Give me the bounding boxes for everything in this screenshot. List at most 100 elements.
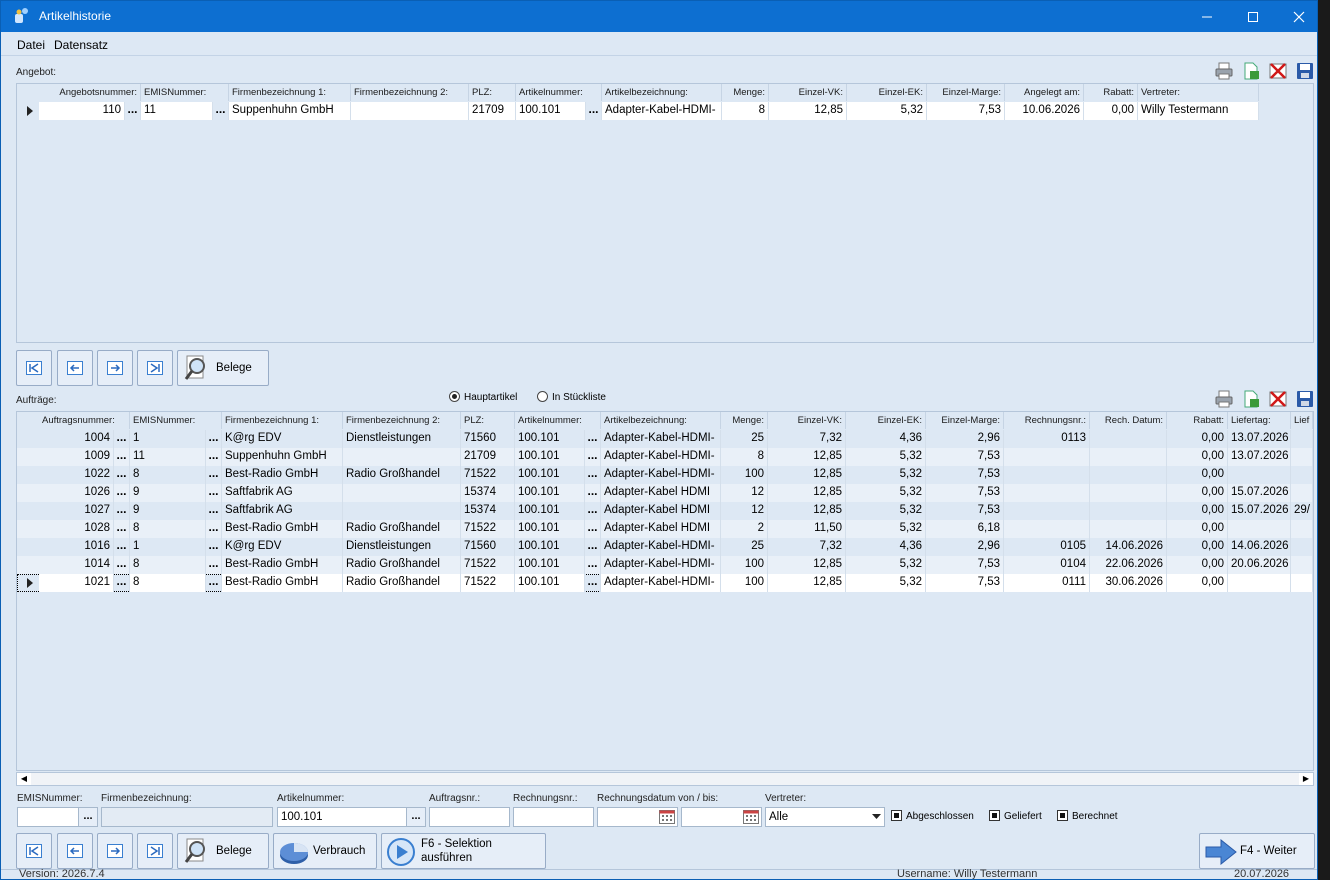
emis-browse-button[interactable]: ... (206, 574, 222, 592)
cell-rabatt[interactable]: 0,00 (1084, 102, 1138, 120)
artikelnummer-browse-button[interactable]: ... (585, 484, 601, 502)
scroll-left-icon[interactable]: ◀ (17, 773, 31, 785)
cell-plz[interactable]: 15374 (461, 502, 515, 520)
artikelnummer-browse-button[interactable]: ... (585, 556, 601, 574)
cell-lief-extra[interactable] (1291, 484, 1313, 502)
cell-auftragsnummer[interactable]: 1014 (39, 556, 114, 574)
cell-einzel-vk[interactable]: 12,85 (768, 556, 846, 574)
cell-menge[interactable]: 100 (721, 574, 768, 592)
column-header[interactable]: Einzel-EK: (846, 412, 926, 429)
cell-menge[interactable]: 12 (721, 484, 768, 502)
cell-rechnungsnr[interactable] (1004, 484, 1090, 502)
column-header[interactable]: Einzel-VK: (769, 84, 847, 101)
cell-emis[interactable]: 8 (130, 466, 206, 484)
rechdat-von-input[interactable] (597, 807, 678, 827)
save-button[interactable] (1295, 389, 1315, 409)
column-header[interactable]: Rech. Datum: (1090, 412, 1167, 429)
cell-auftragsnummer[interactable]: 1028 (39, 520, 114, 538)
cell-firma1[interactable]: Suppenhuhn GmbH (222, 448, 343, 466)
column-header[interactable]: Menge: (721, 412, 768, 429)
emis-browse-button[interactable]: ... (206, 466, 222, 484)
cell-einzel-marge[interactable]: 2,96 (926, 538, 1004, 556)
row-selector[interactable] (17, 574, 39, 592)
column-header[interactable]: PLZ: (461, 412, 515, 429)
cell-einzel-vk[interactable]: 12,85 (768, 574, 846, 592)
auftrag-nr-browse-button[interactable]: ... (114, 484, 130, 502)
cell-plz[interactable]: 71560 (461, 430, 515, 448)
cell-lief-extra[interactable] (1291, 430, 1313, 448)
print-button[interactable] (1214, 389, 1234, 409)
rechdat-bis-input[interactable] (681, 807, 762, 827)
cell-artikelnummer[interactable]: 100.101 (515, 430, 585, 448)
scroll-right-icon[interactable]: ▶ (1299, 773, 1313, 785)
artnr-filter-browse-button[interactable]: ... (406, 807, 426, 827)
cell-rabatt[interactable]: 0,00 (1167, 448, 1228, 466)
cell-rabatt[interactable]: 0,00 (1167, 538, 1228, 556)
cell-auftragsnummer[interactable]: 1022 (39, 466, 114, 484)
firma-filter-input[interactable] (101, 807, 273, 827)
emis-browse-button[interactable]: ... (206, 520, 222, 538)
cell-einzel-vk[interactable]: 7,32 (768, 430, 846, 448)
save-button[interactable] (1295, 61, 1315, 81)
column-header[interactable]: Rabatt: (1084, 84, 1138, 101)
cell-firma1[interactable]: Suppenhuhn GmbH (229, 102, 351, 120)
cell-firma1[interactable]: Best-Radio GmbH (222, 520, 343, 538)
cell-artikelnummer[interactable]: 100.101 (515, 520, 585, 538)
cell-rech-datum[interactable] (1090, 520, 1167, 538)
first-record-button-bottom[interactable] (16, 833, 52, 869)
stueckliste-radio[interactable]: In Stückliste (537, 391, 606, 403)
auftrag-nr-browse-button[interactable]: ... (114, 502, 130, 520)
cell-einzel-vk[interactable]: 7,32 (768, 538, 846, 556)
cell-menge[interactable]: 100 (721, 466, 768, 484)
column-header[interactable]: Einzel-Marge: (927, 84, 1005, 101)
cell-rabatt[interactable]: 0,00 (1167, 484, 1228, 502)
emis-filter-browse-button[interactable]: ... (78, 807, 98, 827)
artikelnummer-browse-button[interactable]: ... (585, 520, 601, 538)
cell-angelegt-am[interactable]: 10.06.2026 (1005, 102, 1084, 120)
cell-firma2[interactable]: Radio Großhandel (343, 574, 461, 592)
cell-rech-datum[interactable] (1090, 466, 1167, 484)
next-record-button[interactable] (97, 350, 133, 386)
cell-artikelbezeichnung[interactable]: Adapter-Kabel-HDMI- (601, 448, 721, 466)
artikelnummer-browse-button[interactable]: ... (586, 102, 602, 120)
cell-menge[interactable]: 2 (721, 520, 768, 538)
vertreter-select[interactable]: Alle (765, 807, 885, 827)
cell-emis[interactable]: 1 (130, 430, 206, 448)
cell-firma1[interactable]: Saftfabrik AG (222, 502, 343, 520)
emis-browse-button[interactable]: ... (213, 102, 229, 120)
cell-einzel-marge[interactable]: 7,53 (926, 502, 1004, 520)
cell-einzel-ek[interactable]: 5,32 (846, 448, 926, 466)
column-header[interactable]: Vertreter: (1138, 84, 1259, 101)
cell-artikelnummer[interactable]: 100.101 (516, 102, 586, 120)
cell-firma2[interactable]: Radio Großhandel (343, 556, 461, 574)
maximize-button[interactable] (1230, 1, 1276, 32)
cell-lief-extra[interactable] (1291, 538, 1313, 556)
belege-button-bottom[interactable]: Belege (177, 833, 269, 869)
cell-einzel-marge[interactable]: 7,53 (926, 556, 1004, 574)
column-header[interactable]: Firmenbezeichnung 1: (222, 412, 343, 429)
cell-einzel-ek[interactable]: 4,36 (846, 538, 926, 556)
cell-emis[interactable]: 11 (141, 102, 213, 120)
cell-einzel-vk[interactable]: 12,85 (769, 102, 847, 120)
cell-artikelbezeichnung[interactable]: Adapter-Kabel-HDMI- (601, 430, 721, 448)
cell-artikelbezeichnung[interactable]: Adapter-Kabel HDMI (601, 502, 721, 520)
column-header[interactable]: Rechnungsnr.: (1004, 412, 1090, 429)
weiter-button[interactable]: F4 - Weiter (1199, 833, 1315, 869)
artikelnummer-browse-button[interactable]: ... (585, 466, 601, 484)
cell-rech-datum[interactable]: 30.06.2026 (1090, 574, 1167, 592)
cell-rechnungsnr[interactable]: 0111 (1004, 574, 1090, 592)
cell-rabatt[interactable]: 0,00 (1167, 502, 1228, 520)
cell-einzel-vk[interactable]: 12,85 (768, 466, 846, 484)
column-header[interactable]: Angebotsnummer: (39, 84, 141, 101)
delete-button[interactable] (1268, 389, 1288, 409)
cell-einzel-vk[interactable]: 12,85 (768, 502, 846, 520)
cell-firma2[interactable]: Radio Großhandel (343, 520, 461, 538)
cell-plz[interactable]: 71522 (461, 520, 515, 538)
cell-artikelnummer[interactable]: 100.101 (515, 574, 585, 592)
auftrag-nr-browse-button[interactable]: ... (114, 538, 130, 556)
cell-einzel-marge[interactable]: 7,53 (926, 574, 1004, 592)
column-header[interactable]: PLZ: (469, 84, 516, 101)
cell-emis[interactable]: 9 (130, 502, 206, 520)
cell-emis[interactable]: 8 (130, 520, 206, 538)
cell-artikelbezeichnung[interactable]: Adapter-Kabel-HDMI- (601, 538, 721, 556)
